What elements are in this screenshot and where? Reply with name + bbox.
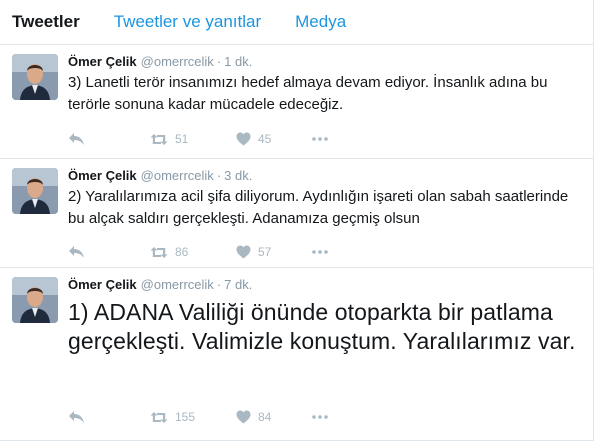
avatar[interactable] bbox=[12, 54, 58, 100]
author-handle[interactable]: @omerrcelik bbox=[141, 277, 214, 292]
tweet[interactable]: Ömer Çelik @omerrcelik · 1 dk. 3) Lanetli t… bbox=[0, 45, 593, 159]
tweet-text: 1) ADANA Valiliği önünde otoparkta bir p… bbox=[68, 299, 576, 354]
like-count: 45 bbox=[258, 132, 272, 146]
tweet-text: 3) Lanetli terör insanımızı hedef almaya… bbox=[68, 74, 548, 113]
reply-button[interactable] bbox=[68, 245, 150, 259]
timestamp[interactable]: 7 dk. bbox=[224, 277, 252, 292]
tweet-header: Ömer Çelik @omerrcelik · 1 dk. bbox=[68, 53, 252, 71]
retweet-button[interactable]: 86 bbox=[150, 245, 236, 259]
retweet-icon bbox=[150, 133, 168, 145]
more-button[interactable] bbox=[312, 250, 328, 254]
separator: · bbox=[216, 168, 222, 183]
more-icon bbox=[312, 250, 328, 254]
reply-button[interactable] bbox=[68, 410, 150, 424]
retweet-icon bbox=[150, 246, 168, 258]
more-button[interactable] bbox=[312, 137, 328, 141]
retweet-button[interactable]: 51 bbox=[150, 132, 236, 146]
author-name[interactable]: Ömer Çelik bbox=[68, 168, 137, 183]
avatar[interactable] bbox=[12, 277, 58, 323]
retweet-count: 155 bbox=[175, 410, 196, 424]
profile-timeline: Tweetler Tweetler ve yanıtlar Medya Ömer… bbox=[0, 0, 594, 441]
heart-icon bbox=[236, 132, 251, 146]
retweet-icon bbox=[150, 411, 168, 423]
tweet-actions: 155 84 bbox=[68, 407, 328, 427]
author-handle[interactable]: @omerrcelik bbox=[141, 54, 214, 69]
more-icon bbox=[312, 137, 328, 141]
like-button[interactable]: 57 bbox=[236, 245, 312, 259]
tweet-text: 2) Yaralılarımıza acil şifa diliyorum. A… bbox=[68, 188, 569, 227]
retweet-button[interactable]: 155 bbox=[150, 410, 236, 424]
author-handle[interactable]: @omerrcelik bbox=[141, 168, 214, 183]
reply-icon bbox=[69, 246, 84, 258]
like-count: 57 bbox=[258, 245, 272, 259]
author-name[interactable]: Ömer Çelik bbox=[68, 277, 137, 292]
tweet[interactable]: Ömer Çelik @omerrcelik · 3 dk. 2) Yaralılar… bbox=[0, 159, 593, 268]
tweet-header: Ömer Çelik @omerrcelik · 3 dk. bbox=[68, 167, 252, 185]
avatar[interactable] bbox=[12, 168, 58, 214]
reply-icon bbox=[69, 133, 84, 145]
tweet-header: Ömer Çelik @omerrcelik · 7 dk. bbox=[68, 276, 252, 294]
author-name[interactable]: Ömer Çelik bbox=[68, 54, 137, 69]
reply-button[interactable] bbox=[68, 132, 150, 146]
retweet-count: 51 bbox=[175, 132, 189, 146]
tweet-actions: 86 57 bbox=[68, 242, 328, 262]
reply-icon bbox=[69, 411, 84, 423]
separator: · bbox=[216, 277, 222, 292]
tab-media[interactable]: Medya bbox=[295, 12, 346, 32]
like-button[interactable]: 45 bbox=[236, 132, 312, 146]
more-icon bbox=[312, 415, 328, 419]
like-count: 84 bbox=[258, 410, 272, 424]
heart-icon bbox=[236, 410, 251, 424]
timestamp[interactable]: 3 dk. bbox=[224, 168, 252, 183]
like-button[interactable]: 84 bbox=[236, 410, 312, 424]
more-button[interactable] bbox=[312, 415, 328, 419]
tweet[interactable]: Ömer Çelik @omerrcelik · 7 dk. 1) ADANA Val… bbox=[0, 268, 593, 441]
heart-icon bbox=[236, 245, 251, 259]
timeline-tabs: Tweetler Tweetler ve yanıtlar Medya bbox=[0, 0, 593, 45]
timestamp[interactable]: 1 dk. bbox=[224, 54, 252, 69]
tab-tweets-and-replies[interactable]: Tweetler ve yanıtlar bbox=[114, 12, 261, 32]
tab-tweets[interactable]: Tweetler bbox=[12, 12, 80, 32]
retweet-count: 86 bbox=[175, 245, 189, 259]
tweet-actions: 51 45 bbox=[68, 129, 328, 149]
separator: · bbox=[216, 54, 222, 69]
